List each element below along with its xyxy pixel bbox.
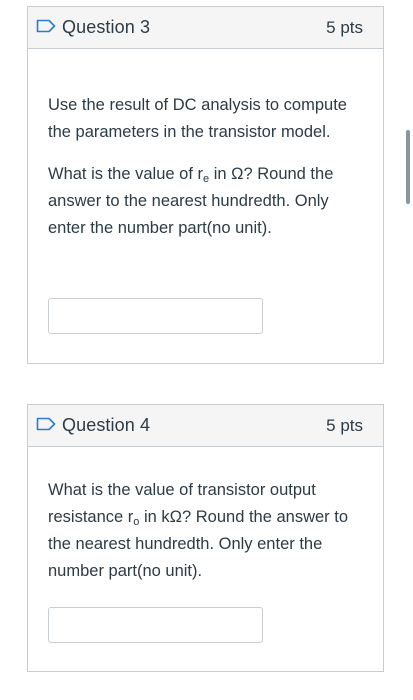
question-prompt: What is the value of re in Ω? Round the … [48,161,363,242]
question-card-3: Question 3 5 pts Use the result of DC an… [27,6,384,364]
prompt-text-before: What is the value of r [48,165,203,183]
question-title: Question 3 [62,17,151,37]
question-body: What is the value of transistor output r… [28,477,383,585]
question-header: Question 3 5 pts [28,7,383,49]
answer-input[interactable] [48,607,263,643]
scrollbar-thumb[interactable] [406,130,410,204]
question-points: 5 pts [326,18,363,37]
question-body: Use the result of DC analysis to compute… [28,92,383,242]
flag-icon[interactable] [36,19,56,33]
question-prompt: What is the value of transistor output r… [48,477,363,585]
answer-input[interactable] [48,298,263,334]
question-points: 5 pts [326,416,363,435]
question-text: Use the result of DC analysis to compute… [48,96,347,141]
question-header: Question 4 5 pts [28,405,383,447]
question-title: Question 4 [62,415,151,435]
question-card-4: Question 4 5 pts What is the value of tr… [27,404,384,672]
flag-icon[interactable] [36,417,56,431]
quiz-page: Question 3 5 pts Use the result of DC an… [0,0,413,700]
